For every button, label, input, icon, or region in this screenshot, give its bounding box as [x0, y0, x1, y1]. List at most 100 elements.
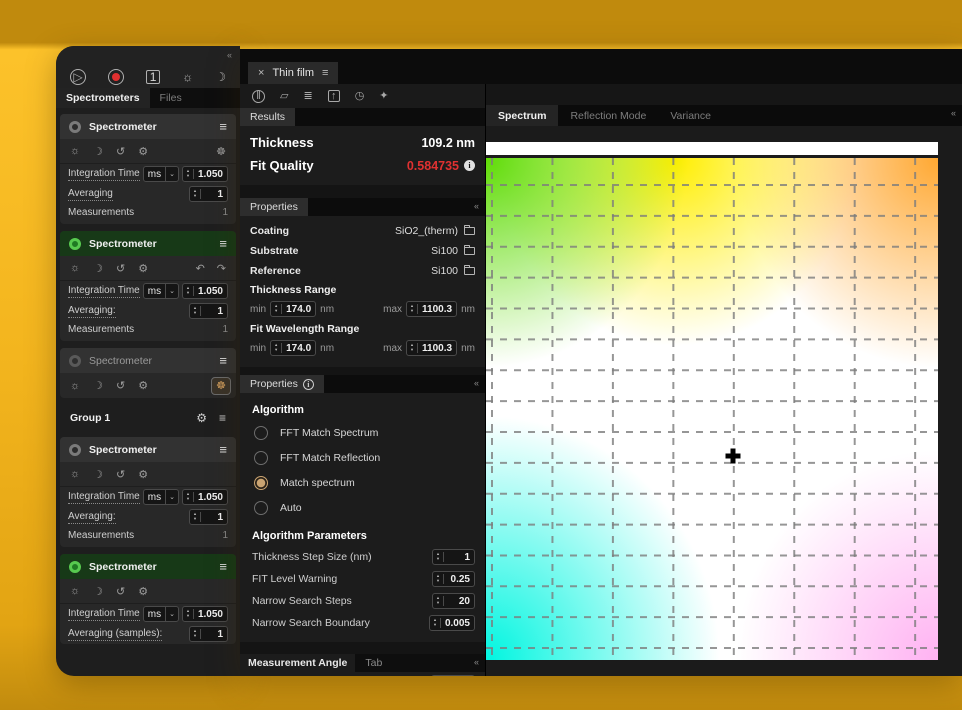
integration-time-input[interactable]: ▴▾1.050	[182, 489, 228, 505]
integration-time-input[interactable]: ▴▾1.050	[182, 166, 228, 182]
averaging-input[interactable]: ▴▾1	[189, 303, 228, 319]
pause-icon[interactable]: ‖	[252, 90, 265, 103]
thickness-step-input[interactable]: ▴▾1	[432, 549, 475, 565]
spinner-buttons[interactable]: ▴▾	[407, 304, 418, 314]
tab-reflection-mode[interactable]: Reflection Mode	[558, 105, 658, 126]
tab-spectrum[interactable]: Spectrum	[486, 105, 558, 126]
radio-icon[interactable]	[254, 476, 268, 490]
collapse-icon[interactable]: «	[474, 657, 479, 667]
tab-variance[interactable]: Variance	[658, 105, 723, 126]
settings-gear-icon[interactable]: ⚙	[138, 379, 148, 392]
spinner-buttons[interactable]: ▴▾	[190, 189, 201, 199]
gauge-icon[interactable]: ◷	[355, 91, 365, 102]
settings-gear-icon[interactable]: ⚙	[138, 468, 148, 481]
menu-icon[interactable]: ≡	[219, 236, 227, 251]
radio-icon[interactable]	[254, 426, 268, 440]
dark-mode-icon[interactable]: ☽	[93, 145, 103, 158]
collapse-left-panel-icon[interactable]: «	[227, 50, 232, 60]
collapse-icon[interactable]: «	[474, 201, 479, 211]
tab-thin-film[interactable]: × Thin film ≡	[248, 62, 338, 84]
dark-mode-icon[interactable]: ☽	[93, 585, 103, 598]
sphere-gear-icon[interactable]: ☸	[216, 145, 226, 158]
unit-select[interactable]: ms⌄	[143, 283, 179, 299]
card-header[interactable]: Spectrometer ≡	[60, 114, 236, 139]
spinner-buttons[interactable]: ▴▾	[407, 343, 418, 353]
collapse-icon[interactable]: «	[951, 108, 956, 118]
radio-fft-match-reflection[interactable]: FFT Match Reflection	[250, 445, 475, 470]
unit-select[interactable]: ms⌄	[143, 606, 179, 622]
reset-icon[interactable]: ↺	[116, 145, 125, 158]
radio-fft-match-spectrum[interactable]: FFT Match Spectrum	[250, 420, 475, 445]
radio-icon[interactable]	[254, 451, 268, 465]
menu-icon[interactable]: ≡	[219, 353, 227, 368]
brightness-icon[interactable]: ☼	[70, 262, 80, 274]
card-header[interactable]: Spectrometer ≡	[60, 437, 236, 462]
folder-icon[interactable]	[464, 227, 475, 235]
algorithm-properties-title[interactable]: Propertiesi	[240, 375, 324, 393]
menu-icon[interactable]: ≡	[219, 442, 227, 457]
radio-icon[interactable]	[254, 501, 268, 515]
folder-icon[interactable]	[464, 267, 475, 275]
fit-level-warning-input[interactable]: ▴▾0.25	[432, 571, 475, 587]
spinner-buttons[interactable]: ▴▾	[430, 618, 441, 628]
menu-icon[interactable]: ≡	[322, 67, 328, 79]
unit-select[interactable]: ms⌄	[143, 489, 179, 505]
integration-time-input[interactable]: ▴▾1.050	[182, 283, 228, 299]
reset-icon[interactable]: ↺	[116, 585, 125, 598]
measurement-angle-tab[interactable]: Tab	[355, 654, 485, 672]
menu-icon[interactable]: ≡	[219, 559, 227, 574]
brightness-icon[interactable]: ☼	[70, 585, 80, 597]
radio-match-spectrum[interactable]: Match spectrum	[250, 470, 475, 495]
spinner-buttons[interactable]: ▴▾	[183, 609, 194, 619]
color-map-chart[interactable]	[486, 158, 938, 660]
predefined-angles-select[interactable]: 90⌄	[431, 675, 475, 676]
averaging-input[interactable]: ▴▾1	[189, 186, 228, 202]
fit-max-input[interactable]: ▴▾1100.3	[406, 340, 457, 356]
spinner-buttons[interactable]: ▴▾	[433, 574, 444, 584]
spinner-buttons[interactable]: ▴▾	[271, 343, 282, 353]
solution-marker-icon[interactable]	[725, 448, 740, 463]
sphere-gear-icon-selected[interactable]: ☸	[211, 377, 231, 395]
radio-auto[interactable]: Auto	[250, 495, 475, 520]
fit-min-input[interactable]: ▴▾174.0	[270, 340, 316, 356]
script-icon[interactable]: ≣	[303, 91, 312, 102]
results-title[interactable]: Results	[240, 108, 295, 126]
spinner-buttons[interactable]: ▴▾	[433, 552, 444, 562]
menu-icon[interactable]: ≡	[219, 119, 227, 134]
play-icon[interactable]: ▷	[70, 69, 86, 85]
settings-gear-icon[interactable]: ⚙	[196, 411, 207, 425]
narrow-search-steps-input[interactable]: ▴▾20	[432, 593, 475, 609]
dark-mode-icon[interactable]: ☽	[93, 379, 103, 392]
spinner-buttons[interactable]: ▴▾	[190, 306, 201, 316]
sparkle-icon[interactable]: ✦	[379, 91, 388, 102]
card-header[interactable]: Spectrometer ≡	[60, 231, 236, 256]
reset-icon[interactable]: ↺	[116, 379, 125, 392]
settings-gear-icon[interactable]: ⚙	[138, 585, 148, 598]
spinner-buttons[interactable]: ▴▾	[190, 629, 201, 639]
spinner-buttons[interactable]: ▴▾	[190, 512, 201, 522]
settings-gear-icon[interactable]: ⚙	[138, 145, 148, 158]
thickness-min-input[interactable]: ▴▾174.0	[270, 301, 316, 317]
undo-icon[interactable]: ↶	[196, 262, 205, 275]
spinner-buttons[interactable]: ▴▾	[183, 286, 194, 296]
stage-icon[interactable]: ▱	[280, 91, 288, 102]
brightness-icon[interactable]: ☼	[70, 145, 80, 157]
properties-title[interactable]: Properties	[240, 198, 308, 216]
info-icon[interactable]: i	[464, 160, 475, 171]
settings-gear-icon[interactable]: ⚙	[138, 262, 148, 275]
brightness-icon[interactable]: ☼	[182, 70, 193, 84]
close-icon[interactable]: ×	[258, 67, 264, 79]
menu-icon[interactable]: ≡	[219, 411, 226, 425]
dark-mode-icon[interactable]: ☽	[215, 70, 226, 84]
brightness-icon[interactable]: ☼	[70, 380, 80, 392]
spinner-buttons[interactable]: ▴▾	[271, 304, 282, 314]
integration-time-input[interactable]: ▴▾1.050	[182, 606, 228, 622]
export-icon[interactable]: ↑	[328, 90, 340, 102]
dark-mode-icon[interactable]: ☽	[93, 262, 103, 275]
spinner-buttons[interactable]: ▴▾	[433, 596, 444, 606]
redo-icon[interactable]: ↷	[217, 262, 226, 275]
single-frame-icon[interactable]: 1	[146, 70, 160, 84]
averaging-input[interactable]: ▴▾1	[189, 509, 228, 525]
spinner-buttons[interactable]: ▴▾	[183, 492, 194, 502]
card-header[interactable]: Spectrometer ≡	[60, 348, 236, 373]
